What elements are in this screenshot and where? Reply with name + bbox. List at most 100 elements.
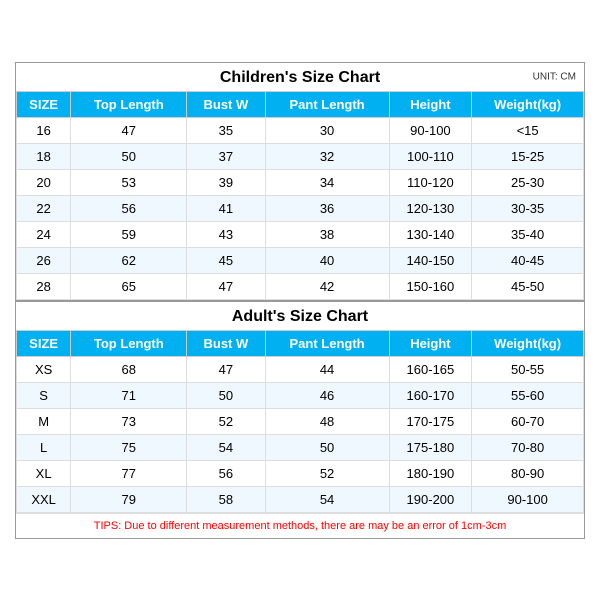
table-cell: 73 bbox=[71, 408, 187, 434]
table-cell: 30 bbox=[265, 117, 389, 143]
table-row: 22564136120-13030-35 bbox=[17, 195, 584, 221]
adult-table: SIZE Top Length Bust W Pant Length Heigh… bbox=[16, 330, 584, 513]
adult-col-pantlength: Pant Length bbox=[265, 330, 389, 356]
table-cell: 58 bbox=[187, 486, 265, 512]
table-cell: 44 bbox=[265, 356, 389, 382]
table-cell: 59 bbox=[71, 221, 187, 247]
table-cell: 175-180 bbox=[389, 434, 472, 460]
table-cell: 90-100 bbox=[389, 117, 472, 143]
table-cell: 36 bbox=[265, 195, 389, 221]
children-col-toplength: Top Length bbox=[71, 91, 187, 117]
table-row: L755450175-18070-80 bbox=[17, 434, 584, 460]
adult-col-toplength: Top Length bbox=[71, 330, 187, 356]
table-cell: 130-140 bbox=[389, 221, 472, 247]
table-cell: 15-25 bbox=[472, 143, 584, 169]
table-cell: 55-60 bbox=[472, 382, 584, 408]
table-cell: 56 bbox=[187, 460, 265, 486]
table-cell: 62 bbox=[71, 247, 187, 273]
table-cell: 45 bbox=[187, 247, 265, 273]
table-cell: 75 bbox=[71, 434, 187, 460]
table-cell: 170-175 bbox=[389, 408, 472, 434]
table-cell: 40 bbox=[265, 247, 389, 273]
table-cell: 20 bbox=[17, 169, 71, 195]
table-cell: 150-160 bbox=[389, 273, 472, 299]
chart-container: Children's Size Chart UNIT: CM SIZE Top … bbox=[15, 62, 585, 539]
adult-col-size: SIZE bbox=[17, 330, 71, 356]
table-row: 28654742150-16045-50 bbox=[17, 273, 584, 299]
adult-title: Adult's Size Chart bbox=[232, 308, 368, 325]
table-cell: 100-110 bbox=[389, 143, 472, 169]
table-cell: 160-170 bbox=[389, 382, 472, 408]
table-cell: 25-30 bbox=[472, 169, 584, 195]
table-cell: 35 bbox=[187, 117, 265, 143]
table-cell: <15 bbox=[472, 117, 584, 143]
table-cell: 32 bbox=[265, 143, 389, 169]
table-cell: 45-50 bbox=[472, 273, 584, 299]
table-cell: 38 bbox=[265, 221, 389, 247]
table-cell: 18 bbox=[17, 143, 71, 169]
table-row: XXL795854190-20090-100 bbox=[17, 486, 584, 512]
adult-col-height: Height bbox=[389, 330, 472, 356]
table-cell: 47 bbox=[71, 117, 187, 143]
adult-section-header: Adult's Size Chart bbox=[16, 300, 584, 330]
children-col-height: Height bbox=[389, 91, 472, 117]
tips-text: TIPS: Due to different measurement metho… bbox=[16, 513, 584, 538]
table-cell: 24 bbox=[17, 221, 71, 247]
table-row: S715046160-17055-60 bbox=[17, 382, 584, 408]
table-cell: 22 bbox=[17, 195, 71, 221]
table-cell: 41 bbox=[187, 195, 265, 221]
table-cell: 50 bbox=[187, 382, 265, 408]
children-table-body: 1647353090-100<1518503732100-11015-25205… bbox=[17, 117, 584, 299]
table-cell: M bbox=[17, 408, 71, 434]
table-row: M735248170-17560-70 bbox=[17, 408, 584, 434]
table-cell: XXL bbox=[17, 486, 71, 512]
table-cell: 26 bbox=[17, 247, 71, 273]
table-cell: 34 bbox=[265, 169, 389, 195]
table-cell: 52 bbox=[187, 408, 265, 434]
unit-label: UNIT: CM bbox=[533, 71, 576, 82]
table-row: 26624540140-15040-45 bbox=[17, 247, 584, 273]
table-cell: 120-130 bbox=[389, 195, 472, 221]
table-cell: 71 bbox=[71, 382, 187, 408]
table-row: 18503732100-11015-25 bbox=[17, 143, 584, 169]
table-cell: 28 bbox=[17, 273, 71, 299]
table-cell: 16 bbox=[17, 117, 71, 143]
table-cell: 30-35 bbox=[472, 195, 584, 221]
table-cell: L bbox=[17, 434, 71, 460]
table-cell: 53 bbox=[71, 169, 187, 195]
children-title: Children's Size Chart bbox=[220, 69, 380, 86]
adult-col-weight: Weight(kg) bbox=[472, 330, 584, 356]
table-cell: 50 bbox=[265, 434, 389, 460]
table-cell: 68 bbox=[71, 356, 187, 382]
children-header-row: SIZE Top Length Bust W Pant Length Heigh… bbox=[17, 91, 584, 117]
table-cell: S bbox=[17, 382, 71, 408]
table-cell: 42 bbox=[265, 273, 389, 299]
children-col-weight: Weight(kg) bbox=[472, 91, 584, 117]
table-cell: 35-40 bbox=[472, 221, 584, 247]
table-cell: 190-200 bbox=[389, 486, 472, 512]
table-cell: 70-80 bbox=[472, 434, 584, 460]
table-row: 1647353090-100<15 bbox=[17, 117, 584, 143]
table-cell: 54 bbox=[265, 486, 389, 512]
children-col-bustw: Bust W bbox=[187, 91, 265, 117]
table-cell: 46 bbox=[265, 382, 389, 408]
table-row: 24594338130-14035-40 bbox=[17, 221, 584, 247]
children-col-size: SIZE bbox=[17, 91, 71, 117]
adult-header-row: SIZE Top Length Bust W Pant Length Heigh… bbox=[17, 330, 584, 356]
table-cell: 52 bbox=[265, 460, 389, 486]
table-cell: 110-120 bbox=[389, 169, 472, 195]
table-cell: XL bbox=[17, 460, 71, 486]
table-row: 20533934110-12025-30 bbox=[17, 169, 584, 195]
table-cell: 90-100 bbox=[472, 486, 584, 512]
adult-col-bustw: Bust W bbox=[187, 330, 265, 356]
table-cell: 37 bbox=[187, 143, 265, 169]
table-cell: 140-150 bbox=[389, 247, 472, 273]
table-cell: 77 bbox=[71, 460, 187, 486]
table-cell: 60-70 bbox=[472, 408, 584, 434]
adult-table-body: XS684744160-16550-55S715046160-17055-60M… bbox=[17, 356, 584, 512]
table-cell: 80-90 bbox=[472, 460, 584, 486]
table-cell: 65 bbox=[71, 273, 187, 299]
table-cell: 50 bbox=[71, 143, 187, 169]
children-table: SIZE Top Length Bust W Pant Length Heigh… bbox=[16, 91, 584, 300]
table-cell: 48 bbox=[265, 408, 389, 434]
